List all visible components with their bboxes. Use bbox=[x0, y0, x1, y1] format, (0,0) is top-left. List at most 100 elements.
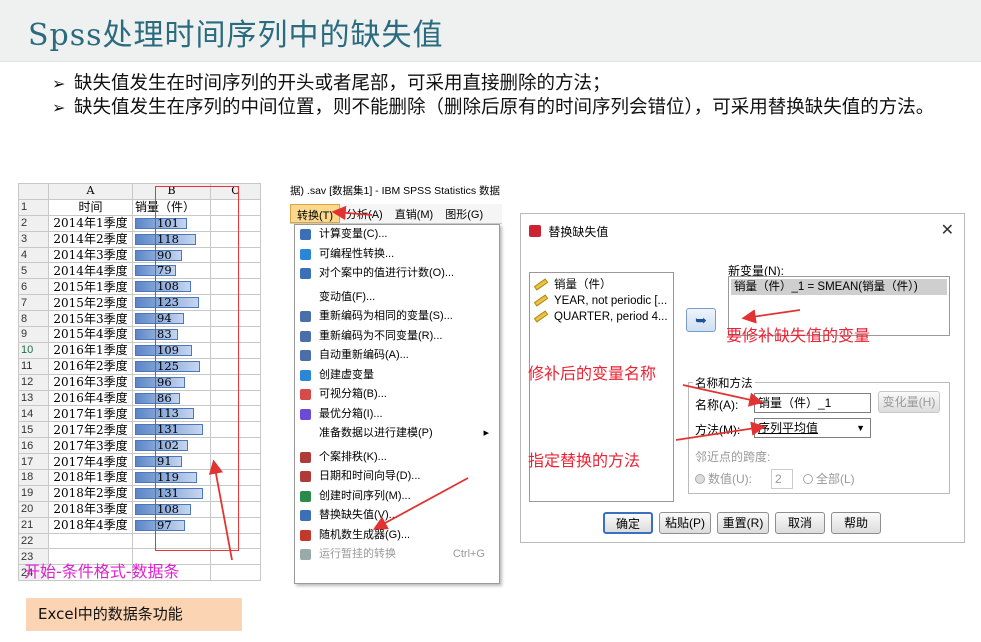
cell-time[interactable]: 2018年1季度 bbox=[48, 469, 133, 486]
excel-caption: Excel中的数据条功能 bbox=[26, 598, 242, 631]
cancel-button[interactable]: 取消 bbox=[775, 512, 825, 534]
variable-item[interactable]: YEAR, not periodic [... bbox=[530, 293, 673, 309]
cell-time[interactable]: 2016年4季度 bbox=[48, 389, 133, 407]
menu-item[interactable]: 个案排秩(K)... bbox=[295, 448, 499, 468]
menu-item[interactable]: 最优分箱(I)... bbox=[295, 405, 499, 425]
cell-time[interactable]: 2014年2季度 bbox=[48, 230, 133, 248]
menu-direct-marketing[interactable]: 直销(M) bbox=[389, 204, 440, 223]
row-number[interactable]: 5 bbox=[18, 262, 49, 280]
menu-item-icon bbox=[300, 350, 311, 361]
cell-time[interactable]: 2014年1季度 bbox=[48, 214, 133, 232]
variable-label: 销量（件） bbox=[554, 279, 612, 291]
annotation-method: 指定替换的方法 bbox=[528, 451, 641, 470]
row-number[interactable]: 4 bbox=[18, 246, 49, 264]
variable-item[interactable]: 销量（件） bbox=[530, 277, 673, 293]
menu-item[interactable]: 重新编码为相同的变量(S)... bbox=[295, 307, 499, 327]
menu-item-label: 重新编码为相同的变量(S)... bbox=[319, 310, 453, 322]
cell-time[interactable]: 2017年1季度 bbox=[48, 405, 133, 423]
radio-icon bbox=[803, 474, 813, 484]
menu-item[interactable]: 自动重新编码(A)... bbox=[295, 346, 499, 366]
row-number[interactable]: 19 bbox=[18, 484, 49, 502]
row-number[interactable]: 15 bbox=[18, 421, 49, 439]
cell-time[interactable]: 2017年4季度 bbox=[48, 453, 133, 471]
menu-item[interactable]: 可视分箱(B)... bbox=[295, 385, 499, 405]
cell-time[interactable]: 2016年2季度 bbox=[48, 357, 133, 375]
menu-item[interactable]: 随机数生成器(G)... bbox=[295, 526, 499, 546]
row-number[interactable]: 17 bbox=[18, 453, 49, 471]
menu-item[interactable]: 日期和时间向导(D)... bbox=[295, 467, 499, 487]
menu-item-label: 可编程性转换... bbox=[319, 247, 395, 260]
all-radio-label: 全部(L) bbox=[816, 472, 855, 486]
column-header-a[interactable]: A bbox=[48, 183, 133, 200]
menu-item[interactable]: 准备数据以进行建模(P) ▸ bbox=[295, 424, 499, 444]
scale-variable-icon bbox=[533, 278, 549, 291]
slide-title: Spss处理时间序列中的缺失值 bbox=[28, 18, 444, 53]
menu-item[interactable]: 变动值(F)... bbox=[295, 288, 499, 308]
row-number[interactable]: 9 bbox=[18, 326, 49, 343]
menu-analyze[interactable]: 分析(A) bbox=[340, 204, 389, 223]
cell-time[interactable]: 2017年3季度 bbox=[48, 437, 133, 455]
cell-time[interactable]: 2016年1季度 bbox=[48, 341, 133, 359]
all-radio[interactable]: 全部(L) bbox=[803, 470, 855, 487]
menu-item[interactable]: 对个案中的值进行计数(O)... bbox=[295, 264, 499, 284]
menu-item[interactable]: 可编程性转换... bbox=[295, 245, 499, 265]
menu-transform[interactable]: 转换(T) bbox=[290, 204, 341, 223]
row-number[interactable]: 2 bbox=[18, 214, 49, 232]
shortcut-text: Ctrl+G bbox=[452, 548, 485, 560]
row-number[interactable]: 21 bbox=[18, 516, 49, 534]
row-number[interactable]: 20 bbox=[18, 500, 49, 518]
row-number[interactable]: 14 bbox=[18, 405, 49, 423]
cell-time-header[interactable]: 时间 bbox=[48, 198, 133, 216]
number-radio[interactable]: 数值(U): bbox=[695, 470, 752, 487]
close-icon[interactable]: ✕ bbox=[941, 220, 954, 240]
cell-empty[interactable] bbox=[48, 532, 133, 550]
cell-time[interactable]: 2014年3季度 bbox=[48, 246, 133, 264]
row-number[interactable]: 18 bbox=[18, 469, 49, 486]
variable-item[interactable]: QUARTER, period 4... bbox=[530, 309, 673, 325]
row-number[interactable]: 16 bbox=[18, 437, 49, 455]
menu-item[interactable]: 运行暂挂的转换 Ctrl+G bbox=[295, 545, 499, 565]
row-number[interactable]: 13 bbox=[18, 389, 49, 407]
cell-time[interactable]: 2015年1季度 bbox=[48, 278, 133, 296]
cell-time[interactable]: 2015年4季度 bbox=[48, 326, 133, 343]
row-number[interactable]: 3 bbox=[18, 230, 49, 248]
radio-selected-icon bbox=[695, 474, 705, 484]
corner-cell[interactable] bbox=[18, 183, 49, 200]
number-input[interactable]: 2 bbox=[771, 469, 793, 489]
cell-empty[interactable] bbox=[210, 548, 261, 566]
row-number[interactable]: 1 bbox=[18, 198, 49, 216]
row-number[interactable]: 12 bbox=[18, 373, 49, 391]
row-number[interactable]: 8 bbox=[18, 310, 49, 328]
paste-button[interactable]: 粘贴(P) bbox=[659, 512, 711, 534]
ok-button[interactable]: 确定 bbox=[603, 512, 653, 534]
cell-time[interactable]: 2017年2季度 bbox=[48, 421, 133, 439]
row-number[interactable]: 10 bbox=[18, 341, 49, 359]
menu-item-icon bbox=[300, 408, 311, 420]
menu-item[interactable]: 计算变量(C)... bbox=[295, 225, 499, 245]
new-variable-item[interactable]: 销量（件）_1 = SMEAN(销量（件）) bbox=[731, 279, 947, 295]
move-variable-button[interactable]: ➥ bbox=[686, 308, 716, 332]
cell-empty[interactable] bbox=[210, 564, 261, 582]
reset-button[interactable]: 重置(R) bbox=[717, 512, 769, 534]
menu-item[interactable]: 重新编码为不同变量(R)... bbox=[295, 327, 499, 347]
cell-time[interactable]: 2018年3季度 bbox=[48, 500, 133, 518]
row-number[interactable]: 11 bbox=[18, 357, 49, 375]
cell-time[interactable]: 2018年4季度 bbox=[48, 516, 133, 534]
cell-time[interactable]: 2015年2季度 bbox=[48, 294, 133, 312]
menu-graphs[interactable]: 图形(G) bbox=[439, 204, 489, 223]
method-select[interactable]: 序列平均值 ▼ bbox=[754, 418, 871, 438]
cell-time[interactable]: 2016年3季度 bbox=[48, 373, 133, 391]
cell-time[interactable]: 2018年2季度 bbox=[48, 484, 133, 502]
menu-item[interactable]: 创建虚变量 bbox=[295, 366, 499, 386]
row-number[interactable]: 22 bbox=[18, 532, 49, 550]
menu-item[interactable]: 替换缺失值(V)... bbox=[295, 506, 499, 526]
bullet-2: 缺失值发生在序列的中间位置，则不能删除（删除后原有的时间序列会错位），可采用替换… bbox=[52, 96, 952, 120]
help-button[interactable]: 帮助 bbox=[831, 512, 881, 534]
change-button[interactable]: 变化量(H) bbox=[878, 391, 940, 413]
row-number[interactable]: 6 bbox=[18, 278, 49, 296]
name-input[interactable]: 销量（件）_1 bbox=[754, 393, 871, 413]
menu-item[interactable]: 创建时间序列(M)... bbox=[295, 487, 499, 507]
cell-time[interactable]: 2015年3季度 bbox=[48, 310, 133, 328]
cell-time[interactable]: 2014年4季度 bbox=[48, 262, 133, 280]
row-number[interactable]: 7 bbox=[18, 294, 49, 312]
